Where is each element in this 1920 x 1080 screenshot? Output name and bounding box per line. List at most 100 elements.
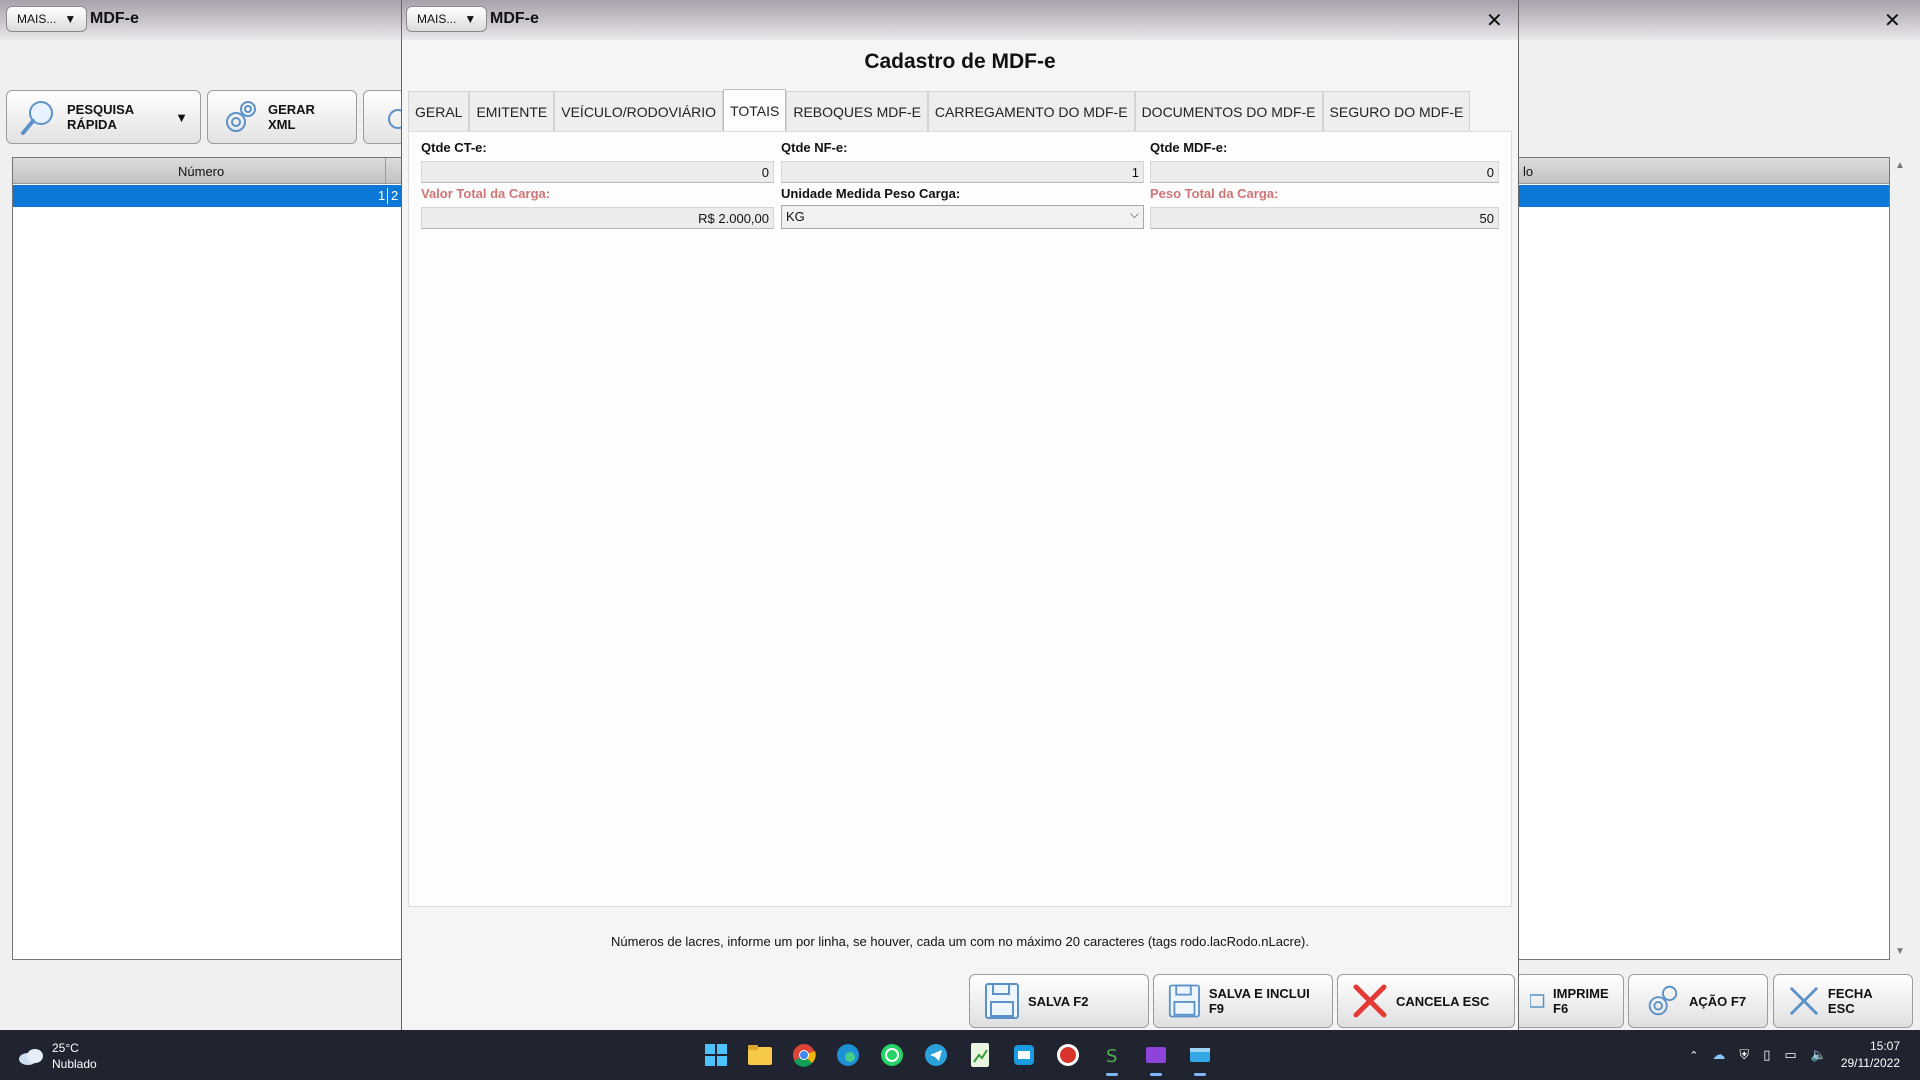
tab-veiculo-rodoviario[interactable]: VEÍCULO/RODOVIÁRIO [554,91,724,131]
messaging-app-icon[interactable] [1008,1039,1040,1071]
scroll-up-icon[interactable]: ▲ [1895,160,1905,171]
close-icon[interactable]: ✕ [1884,8,1901,33]
close-icon [1789,986,1819,1016]
cloud-icon [19,1049,43,1065]
cancela-button[interactable]: CANCELA ESC [1337,974,1515,1028]
lacres-note: Números de lacres, informe um por linha,… [611,934,1309,949]
qtde-nfe-field[interactable]: 1 [781,161,1144,183]
erp-app-icon[interactable]: S [1096,1039,1128,1076]
chevron-down-icon: ⌵ [1129,207,1139,221]
svg-text:S: S [1106,1046,1117,1067]
tab-totais[interactable]: TOTAIS [723,89,787,131]
telegram-icon[interactable] [920,1039,952,1071]
windows-start-icon[interactable] [700,1039,732,1071]
fecha-label: FECHA ESC [1827,986,1873,1016]
dropdown-arrow-icon: ▼ [464,12,477,26]
tab-reboques[interactable]: REBOQUES MDF-E [786,91,928,131]
unidade-medida-select[interactable]: KG ⌵ [781,205,1144,229]
purple-app-icon[interactable] [1140,1039,1172,1076]
tab-seguro[interactable]: SEGURO DO MDF-E [1322,91,1471,131]
onedrive-icon[interactable]: ☁ [1712,1047,1725,1063]
row-numero-cell: 1 [378,188,386,203]
column-header-numero[interactable]: Número [178,164,224,179]
weather-condition: Nublado [52,1057,97,1071]
clock-date: 29/11/2022 [1840,1056,1900,1070]
cancel-x-icon [1353,984,1387,1018]
totais-panel: Qtde CT-e: 0 Qtde NF-e: 1 Qtde MDF-e: 0 … [408,131,1512,907]
qtde-mdfe-field[interactable]: 0 [1150,161,1499,183]
tab-carregamento[interactable]: CARREGAMENTO DO MDF-E [927,91,1135,131]
window-title: MDF-e [90,10,139,27]
tray-chevron-icon[interactable]: ⌃ [1689,1049,1698,1062]
printer-icon [1530,994,1545,1008]
qtde-nfe-label: Qtde NF-e: [781,140,848,155]
qtde-cte-field[interactable]: 0 [421,161,774,183]
salva-label: SALVA F2 [1028,993,1089,1009]
spreadsheet-app-icon[interactable] [964,1039,996,1071]
close-icon[interactable]: ✕ [1486,8,1503,33]
gerar-xml-label: GERAR XML [268,102,315,132]
row-cell-partial: 2 [387,188,398,204]
peso-total-label: Peso Total da Carga: [1150,186,1279,201]
network-icon[interactable]: ▭ [1784,1047,1796,1063]
dropdown-arrow-icon: ▼ [64,12,77,26]
mais-label: MAIS... [17,12,57,26]
mais-dropdown-button[interactable]: MAIS... ▼ [6,6,88,32]
fecha-button[interactable]: FECHA ESC [1773,974,1913,1028]
tab-geral[interactable]: GERAL [408,91,470,131]
salva-button[interactable]: SALVA F2 [969,974,1149,1028]
salva-e-inclui-label: SALVA E INCLUI F9 [1208,986,1310,1016]
volume-icon[interactable]: 🔈 [1811,1047,1827,1063]
cancela-label: CANCELA ESC [1396,993,1490,1009]
pesquisa-rapida-label: PESQUISA RÁPIDA [67,102,134,132]
acao-button[interactable]: AÇÃO F7 [1628,974,1768,1028]
chrome-icon[interactable] [788,1039,820,1071]
tab-bar: GERAL EMITENTE VEÍCULO/RODOVIÁRIO TOTAIS… [408,89,1471,131]
imprime-label: IMPRIME F6 [1553,986,1609,1016]
pesquisa-rapida-button[interactable]: PESQUISA RÁPIDA ▼ [6,90,201,144]
qtde-cte-label: Qtde CT-e: [421,140,487,155]
weather-temperature: 25°C [52,1041,79,1055]
floppy-disk-icon [1168,984,1200,1018]
unidade-medida-value: KG [786,209,805,224]
blue-app-icon[interactable] [1184,1039,1216,1076]
vertical-scrollbar[interactable]: ▲ ▼ [1891,158,1909,959]
scroll-down-icon[interactable]: ▼ [1895,946,1905,957]
windows-taskbar: 25°C Nublado S ⌃ ☁ ⛨ ▯ ▭ 🔈 15:07 29/11/2… [0,1030,1920,1080]
cadastro-mdfe-dialog: MAIS... ▼ MDF-e ✕ Cadastro de MDF-e GERA… [401,0,1519,1030]
acao-label: AÇÃO F7 [1689,993,1747,1009]
gear-icon [226,101,256,132]
file-explorer-icon[interactable] [744,1039,776,1071]
weather-widget[interactable]: 25°C Nublado [18,1040,97,1072]
peso-total-field[interactable]: 50 [1150,207,1499,229]
gerar-xml-button[interactable]: GERAR XML [207,90,357,144]
dropdown-arrow-icon[interactable]: ▼ [175,110,188,125]
mais-label: MAIS... [417,12,457,26]
system-tray: ⌃ ☁ ⛨ ▯ ▭ 🔈 15:07 29/11/2022 [1689,1038,1900,1072]
mais-dropdown-button[interactable]: MAIS... ▼ [406,6,488,32]
search-icon [21,101,53,135]
clock[interactable]: 15:07 29/11/2022 [1841,1038,1900,1072]
valor-total-label: Valor Total da Carga: [421,186,551,201]
gear-icon [1648,985,1678,1016]
clock-time: 15:07 [1869,1039,1900,1053]
usb-icon[interactable]: ▯ [1763,1047,1770,1063]
page-title: Cadastro de MDF-e [864,50,1056,73]
valor-total-field[interactable]: R$ 2.000,00 [421,207,774,229]
floppy-disk-icon [985,983,1019,1019]
red-app-icon[interactable] [1052,1039,1084,1071]
edge-icon[interactable] [832,1039,864,1071]
dialog-titlebar: MAIS... ▼ MDF-e ✕ [402,0,1518,40]
tab-documentos[interactable]: DOCUMENTOS DO MDF-E [1134,91,1323,131]
whatsapp-icon[interactable] [876,1039,908,1071]
imprime-button[interactable]: IMPRIME F6 [1515,974,1624,1028]
column-header-partial[interactable]: lo [1523,164,1533,179]
unidade-medida-label: Unidade Medida Peso Carga: [781,186,961,201]
dialog-window-title: MDF-e [490,10,539,27]
salva-e-inclui-button[interactable]: SALVA E INCLUI F9 [1153,974,1333,1028]
column-divider [385,158,386,184]
qtde-mdfe-label: Qtde MDF-e: [1150,140,1228,155]
taskbar-apps: S [700,1039,1216,1076]
tab-emitente[interactable]: EMITENTE [469,91,555,131]
security-icon[interactable]: ⛨ [1739,1047,1749,1063]
